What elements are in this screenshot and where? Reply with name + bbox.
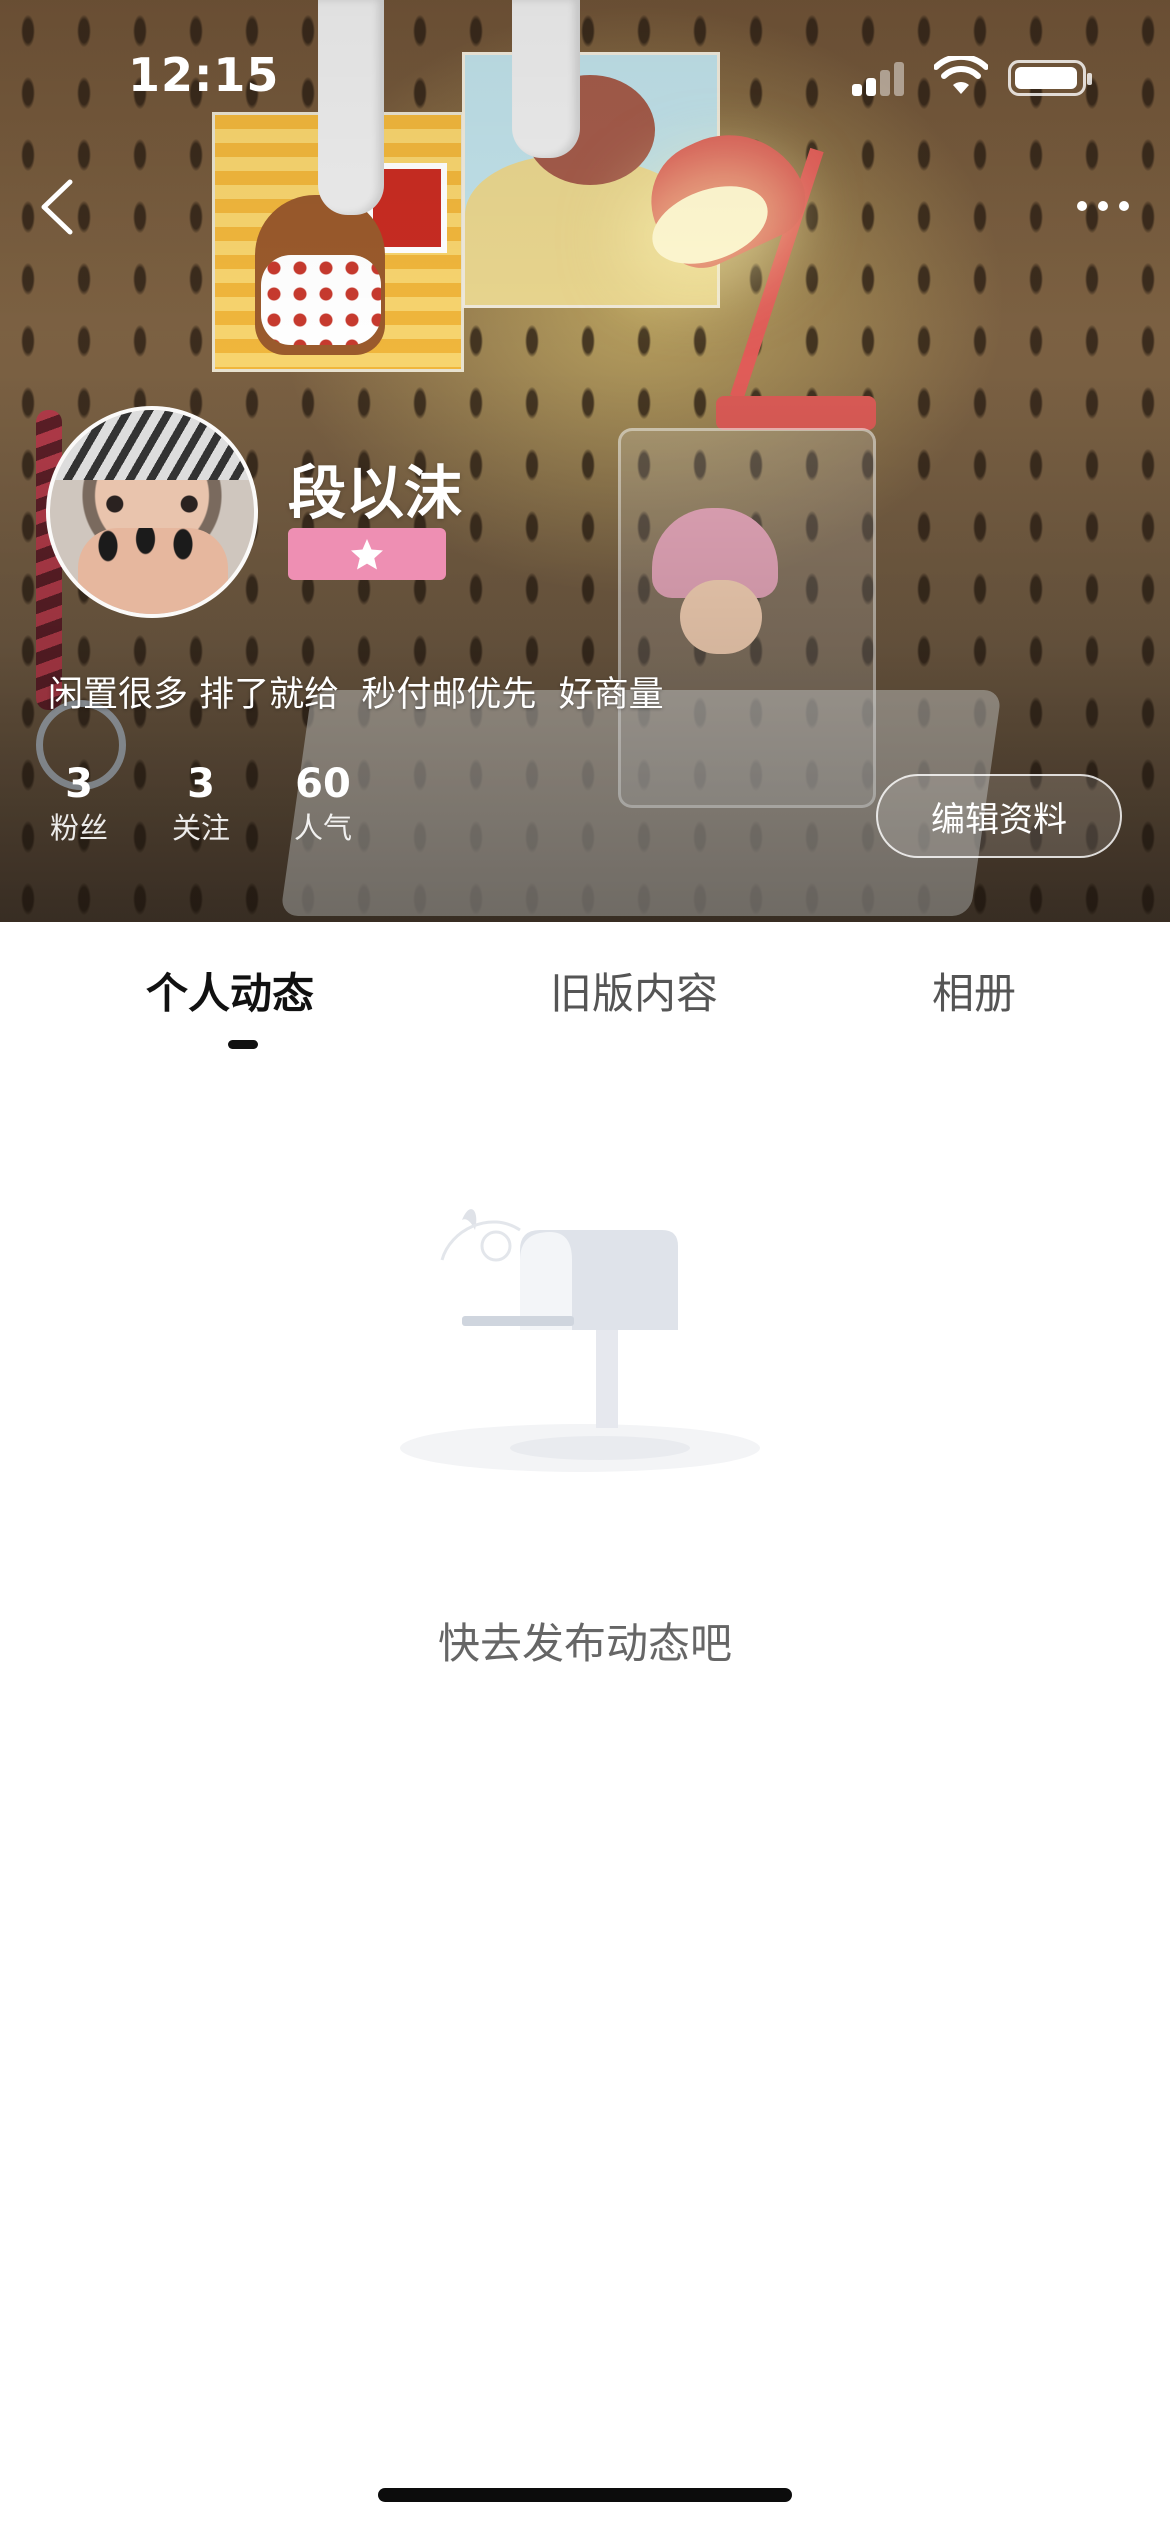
star-icon (351, 539, 383, 570)
tab-personal-posts[interactable]: 个人动态 (146, 960, 314, 1021)
stat-following-label: 关注 (171, 811, 230, 845)
active-tab-indicator (228, 1040, 258, 1049)
stat-fans-value: 3 (65, 761, 93, 807)
cellular-signal-icon (852, 62, 908, 96)
stat-popularity-value: 60 (295, 761, 351, 807)
battery-icon (1008, 60, 1092, 96)
wifi-icon (934, 56, 988, 94)
chevron-left-icon[interactable] (30, 172, 90, 242)
more-horizontal-icon[interactable] (1068, 186, 1138, 226)
stat-fans-label: 粉丝 (49, 811, 108, 845)
stat-following-value: 3 (187, 761, 215, 807)
avatar[interactable] (46, 406, 258, 618)
tab-old-content[interactable]: 旧版内容 (550, 960, 718, 1021)
stat-fans[interactable]: 3 粉丝 (44, 760, 114, 848)
username: 段以沫 (288, 459, 463, 527)
member-badge[interactable] (288, 528, 446, 580)
stat-popularity-label: 人气 (293, 811, 352, 845)
profile-bio: 闲置很多 排了就给 秒付邮优先 好商量 (48, 675, 664, 715)
content-tabs: 个人动态 旧版内容 相册 (0, 922, 1170, 1052)
stat-popularity[interactable]: 60 人气 (288, 760, 358, 848)
home-indicator[interactable] (378, 2488, 792, 2502)
edit-profile-button[interactable]: 编辑资料 (876, 774, 1122, 858)
mailbox-icon (400, 1209, 760, 1472)
empty-state-message: 快去发布动态吧 (437, 1619, 732, 1668)
tab-album[interactable]: 相册 (932, 960, 1016, 1021)
status-time: 12:15 (128, 48, 280, 102)
stat-following[interactable]: 3 关注 (166, 760, 236, 848)
